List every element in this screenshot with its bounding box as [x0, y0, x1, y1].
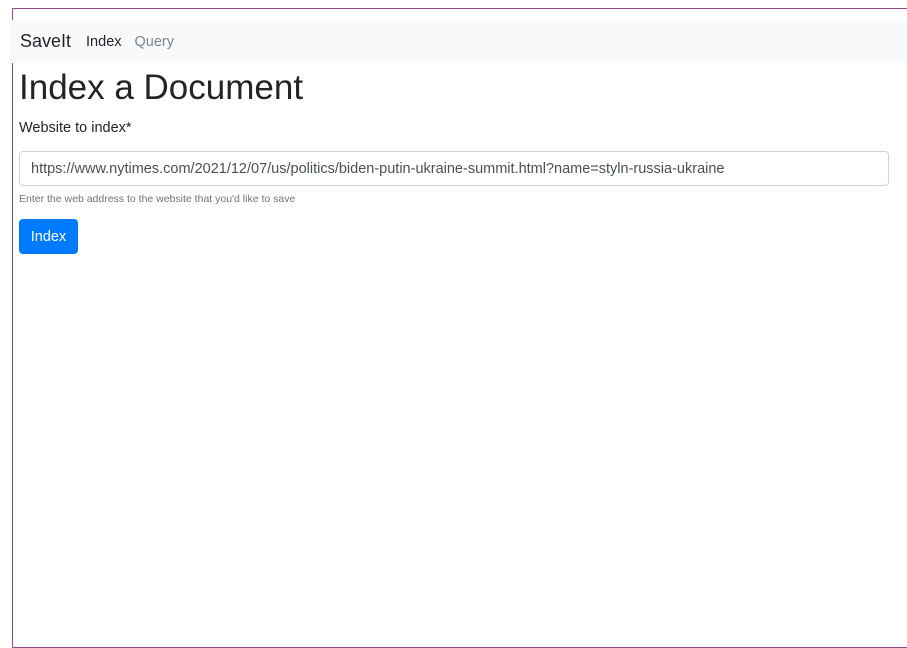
- nav-link-index[interactable]: Index: [86, 34, 121, 50]
- main-content: Index a Document Website to index* Enter…: [19, 68, 889, 254]
- nav-link-query[interactable]: Query: [135, 34, 175, 50]
- page-title: Index a Document: [19, 68, 304, 107]
- index-form: Website to index* Enter the web address …: [19, 119, 889, 254]
- index-button[interactable]: Index: [19, 219, 78, 254]
- url-input[interactable]: [19, 151, 889, 186]
- navbar: SaveIt Index Query: [9, 20, 907, 63]
- url-help-text: Enter the web address to the website tha…: [19, 193, 296, 205]
- url-label: Website to index*: [19, 120, 132, 136]
- brand-link[interactable]: SaveIt: [20, 31, 71, 52]
